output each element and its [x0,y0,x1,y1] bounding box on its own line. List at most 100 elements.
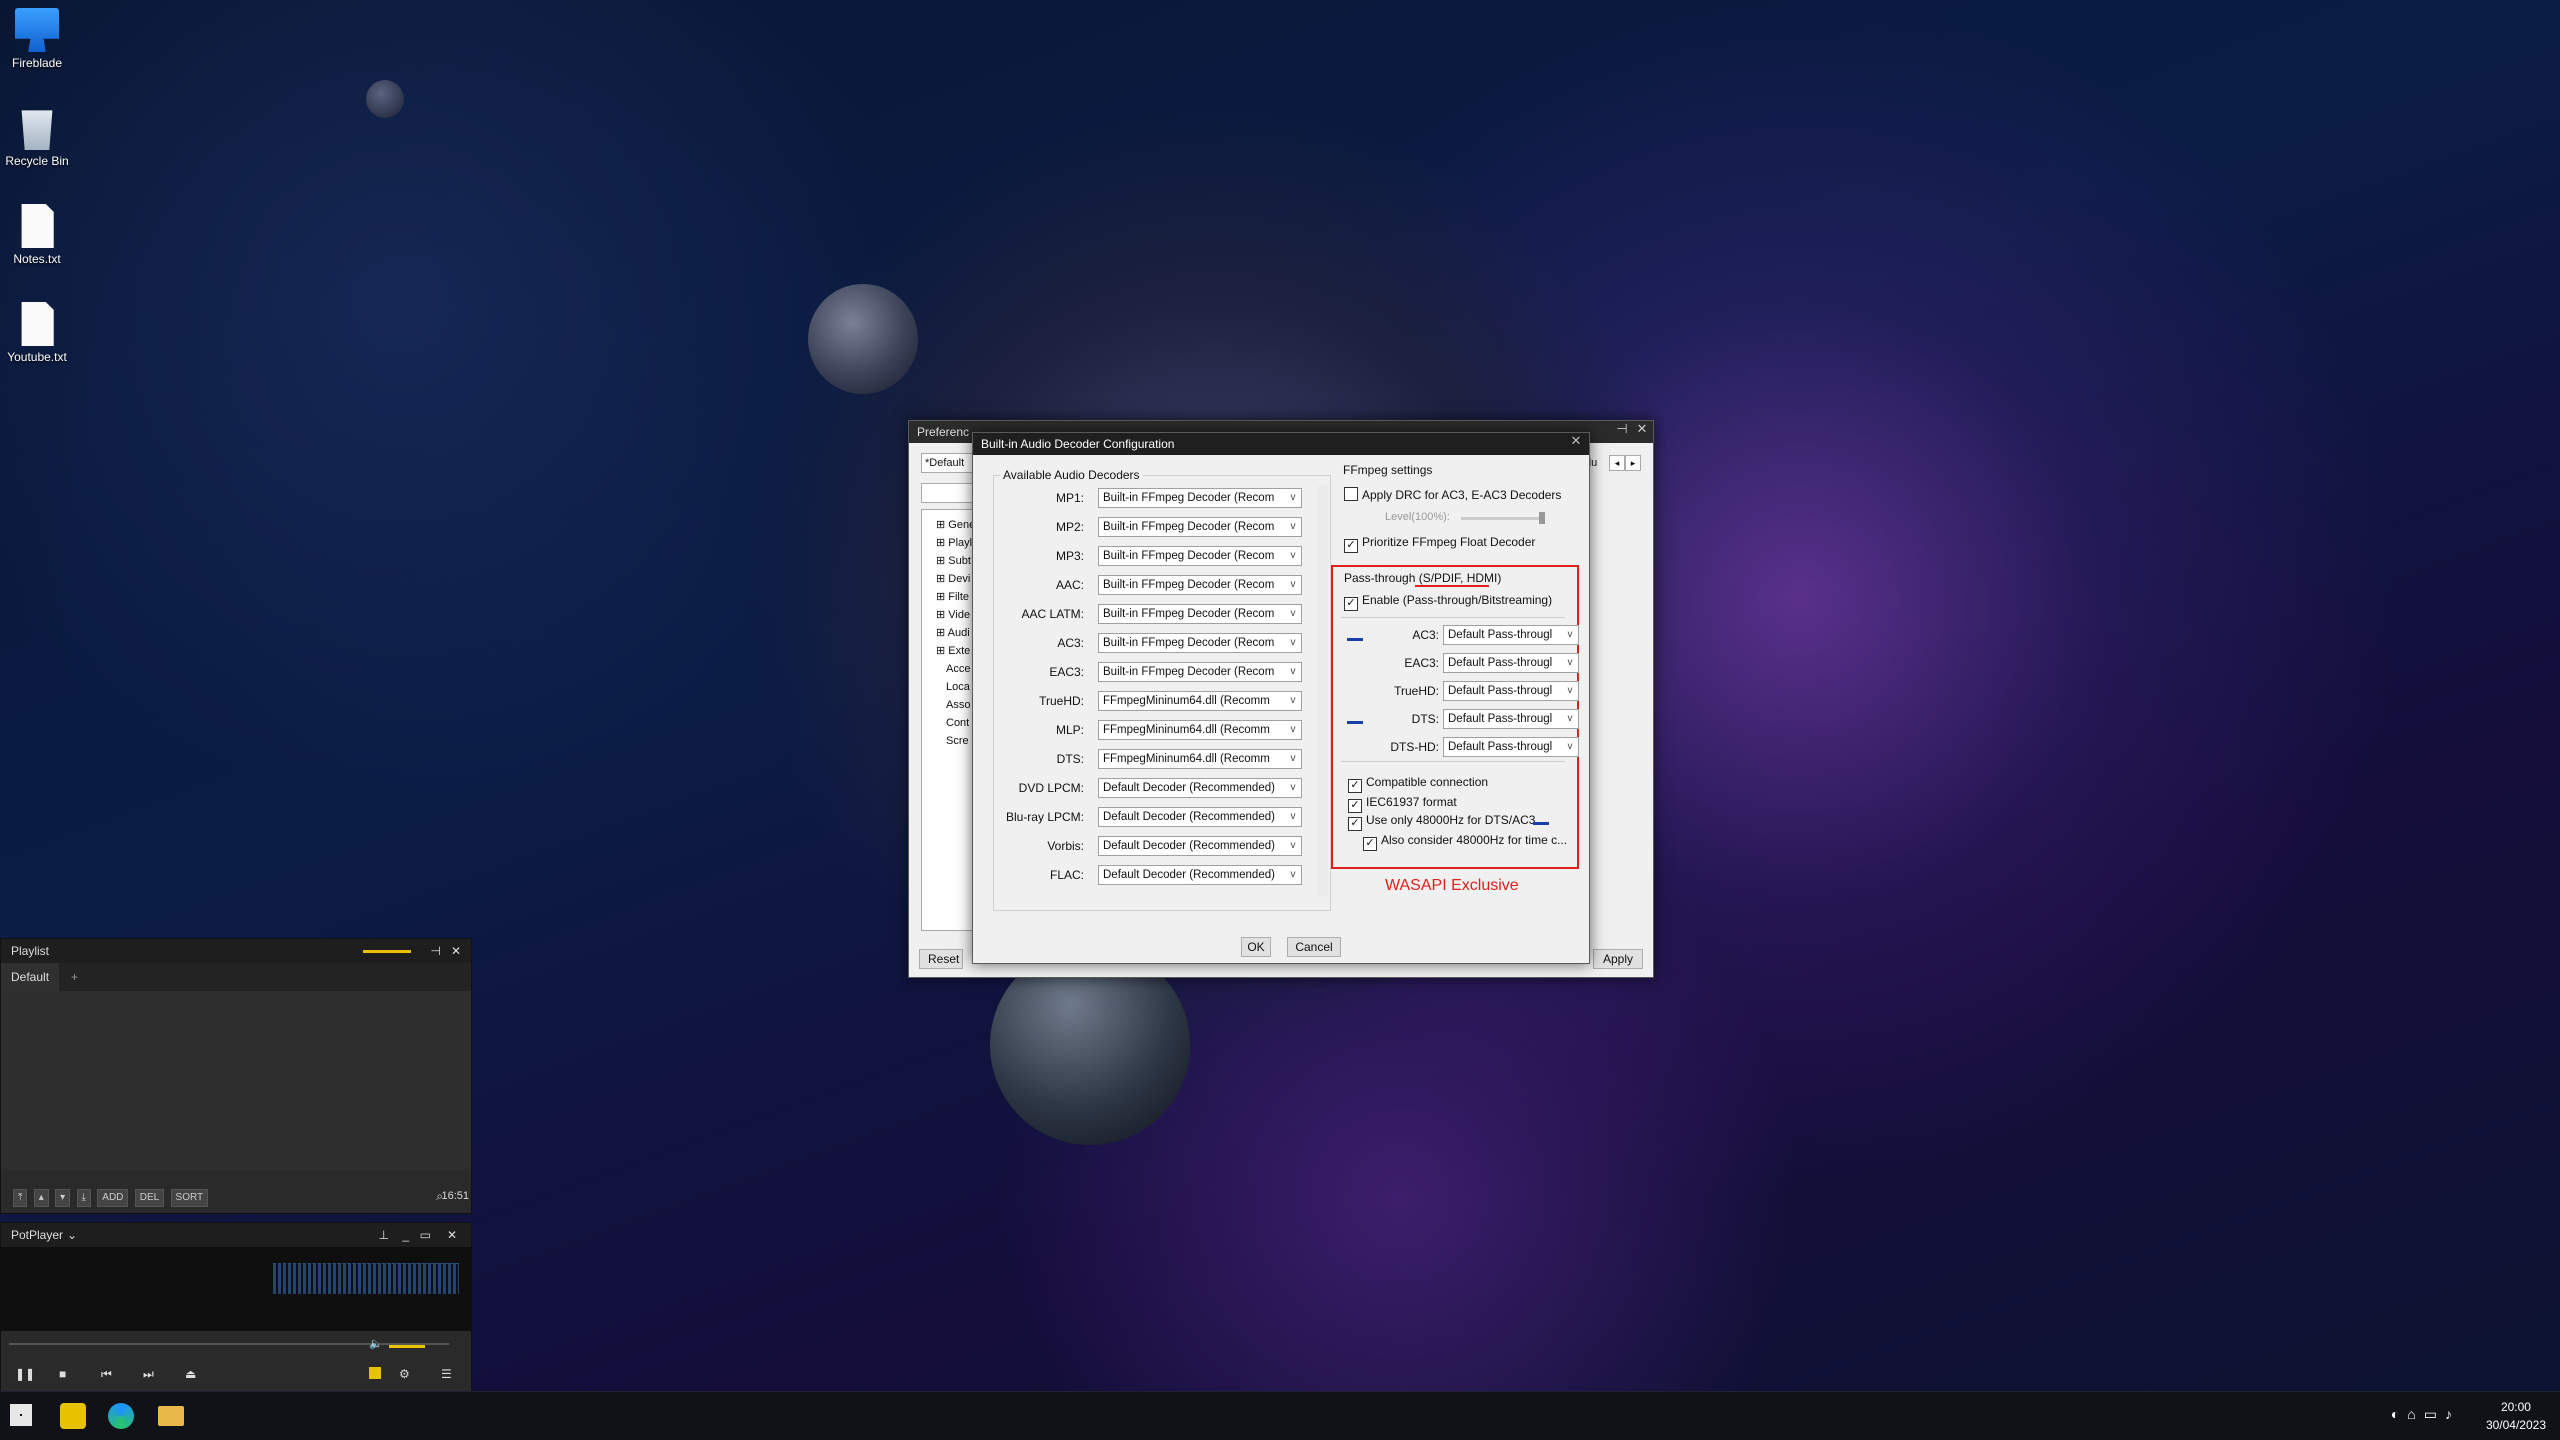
decoders-scrollbar[interactable] [1318,486,1328,896]
compatible-connection-checkbox[interactable]: ✓ Compatible connection [1348,775,1488,793]
decoder-label: AAC LATM: [1021,607,1084,621]
move-down-icon[interactable]: ▾ [55,1189,71,1207]
playlist-opacity-slider[interactable] [363,950,411,953]
decoder-select[interactable]: FFmpegMininum64.dll (Recomm v [1098,720,1302,740]
pause-icon[interactable]: ❚❚ [15,1367,35,1381]
decoder-row: Vorbis: Default Decoder (Recommended) v [994,836,1302,858]
start-icon[interactable] [10,1404,32,1426]
speaker-icon[interactable]: ♪ [2445,1406,2460,1422]
network-icon[interactable]: ⌂ [2407,1406,2423,1422]
apply-button[interactable]: Apply [1593,949,1643,969]
chevron-down-icon: v [1290,550,1296,561]
recycle-bin-icon [21,110,53,150]
ac3-blue-mark [1347,638,1363,641]
playlist-list[interactable] [1,991,471,1169]
move-top-icon[interactable]: ⤒ [13,1189,28,1207]
app-tray-icon[interactable]: ◐ [2391,1406,2407,1422]
move-bottom-icon[interactable]: ⤓ [76,1189,91,1207]
chevron-down-icon: v [1567,741,1573,752]
settings-gear-icon[interactable]: ⚙ [399,1367,410,1381]
minimize-icon[interactable]: _ [402,1223,409,1247]
seek-bar[interactable] [9,1343,449,1345]
display-icon[interactable]: ▭ [2424,1406,2445,1422]
decoder-select[interactable]: Built-in FFmpeg Decoder (Recom v [1098,633,1302,653]
menu-icon[interactable]: ☰ [441,1367,452,1381]
desktop-icon-fireblade[interactable]: Fireblade [0,8,74,70]
computer-icon [15,8,59,52]
decoder-select[interactable]: Built-in FFmpeg Decoder (Recom v [1098,488,1302,508]
enable-passthrough-checkbox[interactable]: ✓ Enable (Pass-through/Bitstreaming) [1344,593,1552,611]
video-area[interactable] [1,1247,471,1331]
del-button[interactable]: DEL [134,1189,165,1207]
potplayer-taskbar-icon[interactable] [60,1403,86,1429]
decoder-select[interactable]: Default Decoder (Recommended) v [1098,836,1302,856]
decoder-row: FLAC: Default Decoder (Recommended) v [994,865,1302,887]
decoder-select[interactable]: FFmpegMininum64.dll (Recomm v [1098,691,1302,711]
reset-button[interactable]: Reset [919,949,963,969]
also-consider-48k-checkbox[interactable]: ✓ Also consider 48000Hz for time c... [1363,833,1567,851]
passthrough-row-label: EAC3: [1404,656,1439,670]
passthrough-row-label: TrueHD: [1394,684,1439,698]
clock[interactable]: 20:00 30/04/2023 [2486,1398,2546,1434]
close-icon[interactable]: ✕ [447,1223,457,1247]
decoder-select[interactable]: Built-in FFmpeg Decoder (Recom v [1098,604,1302,624]
stop-icon[interactable]: ■ [59,1367,66,1381]
use-48k-blue-mark [1533,822,1549,825]
close-icon[interactable]: ✕ [1633,421,1651,443]
tab-add[interactable]: + [71,963,78,991]
next-icon[interactable]: ⏭ [143,1367,154,1382]
desktop-icon-recycle-bin[interactable]: Recycle Bin [0,106,74,168]
decoder-select[interactable]: Built-in FFmpeg Decoder (Recom v [1098,546,1302,566]
playlist-toggle-icon[interactable] [369,1367,381,1379]
prioritize-float-checkbox[interactable]: ✓ Prioritize FFmpeg Float Decoder [1344,535,1535,553]
decoder-label: AAC: [1055,578,1084,592]
previous-icon[interactable]: ⏮ [101,1367,112,1382]
decoder-select[interactable]: Built-in FFmpeg Decoder (Recom v [1098,662,1302,682]
maximize-icon[interactable]: ▭ [420,1223,431,1247]
decoder-select[interactable]: FFmpegMininum64.dll (Recomm v [1098,749,1302,769]
file-explorer-icon[interactable] [158,1406,184,1426]
passthrough-select[interactable]: Default Pass-througl v [1443,737,1579,757]
tab-default[interactable]: Default [1,963,60,991]
apply-drc-checkbox[interactable]: Apply DRC for AC3, E-AC3 Decoders [1344,487,1561,502]
passthrough-select[interactable]: Default Pass-througl v [1443,709,1579,729]
decoder-select[interactable]: Default Decoder (Recommended) v [1098,865,1302,885]
pin-icon[interactable]: ⊥ [379,1223,389,1247]
desktop-icon-notes[interactable]: Notes.txt [0,204,74,266]
edge-icon[interactable] [108,1403,134,1429]
decoder-select[interactable]: Default Decoder (Recommended) v [1098,778,1302,798]
audio-decoder-dialog: Built-in Audio Decoder Configuration ✕ A… [972,432,1590,964]
scroll-left-icon[interactable]: ◂ [1609,455,1625,471]
dialog-close-icon[interactable]: ✕ [1567,433,1585,455]
add-button[interactable]: ADD [97,1189,129,1207]
passthrough-select[interactable]: Default Pass-througl v [1443,625,1579,645]
chevron-down-icon[interactable]: ⌄ [67,1228,77,1242]
ok-button[interactable]: OK [1241,937,1271,957]
pin-icon[interactable]: ⊣ [1613,421,1631,443]
passthrough-row-label: AC3: [1412,628,1439,642]
eject-icon[interactable]: ⏏ [185,1367,196,1381]
chevron-down-icon: v [1567,629,1573,640]
chevron-down-icon: v [1290,637,1296,648]
volume-icon[interactable]: 🔈 [369,1337,383,1350]
close-icon[interactable]: ✕ [451,939,461,963]
use-48k-checkbox[interactable]: ✓ Use only 48000Hz for DTS/AC3 [1348,813,1535,831]
level-slider[interactable] [1461,512,1545,524]
decoder-select[interactable]: Built-in FFmpeg Decoder (Recom v [1098,575,1302,595]
pin-icon[interactable]: ⊣ [431,939,441,963]
chevron-down-icon: v [1290,492,1296,503]
potplayer-menu[interactable]: PotPlayer [11,1228,63,1242]
cancel-button[interactable]: Cancel [1287,937,1341,957]
passthrough-select[interactable]: Default Pass-througl v [1443,653,1579,673]
iec61937-checkbox[interactable]: ✓ IEC61937 format [1348,795,1457,813]
sort-button[interactable]: SORT [170,1189,209,1207]
decoder-select[interactable]: Default Decoder (Recommended) v [1098,807,1302,827]
passthrough-row: DTS-HD: Default Pass-througl v [1339,737,1579,759]
passthrough-select[interactable]: Default Pass-througl v [1443,681,1579,701]
decoder-select[interactable]: Built-in FFmpeg Decoder (Recom v [1098,517,1302,537]
scroll-right-icon[interactable]: ▸ [1625,455,1641,471]
volume-slider[interactable] [389,1345,425,1348]
desktop-icon-youtube[interactable]: Youtube.txt [0,302,74,364]
move-up-icon[interactable]: ▴ [33,1189,49,1207]
decoder-row: AAC: Built-in FFmpeg Decoder (Recom v [994,575,1302,597]
